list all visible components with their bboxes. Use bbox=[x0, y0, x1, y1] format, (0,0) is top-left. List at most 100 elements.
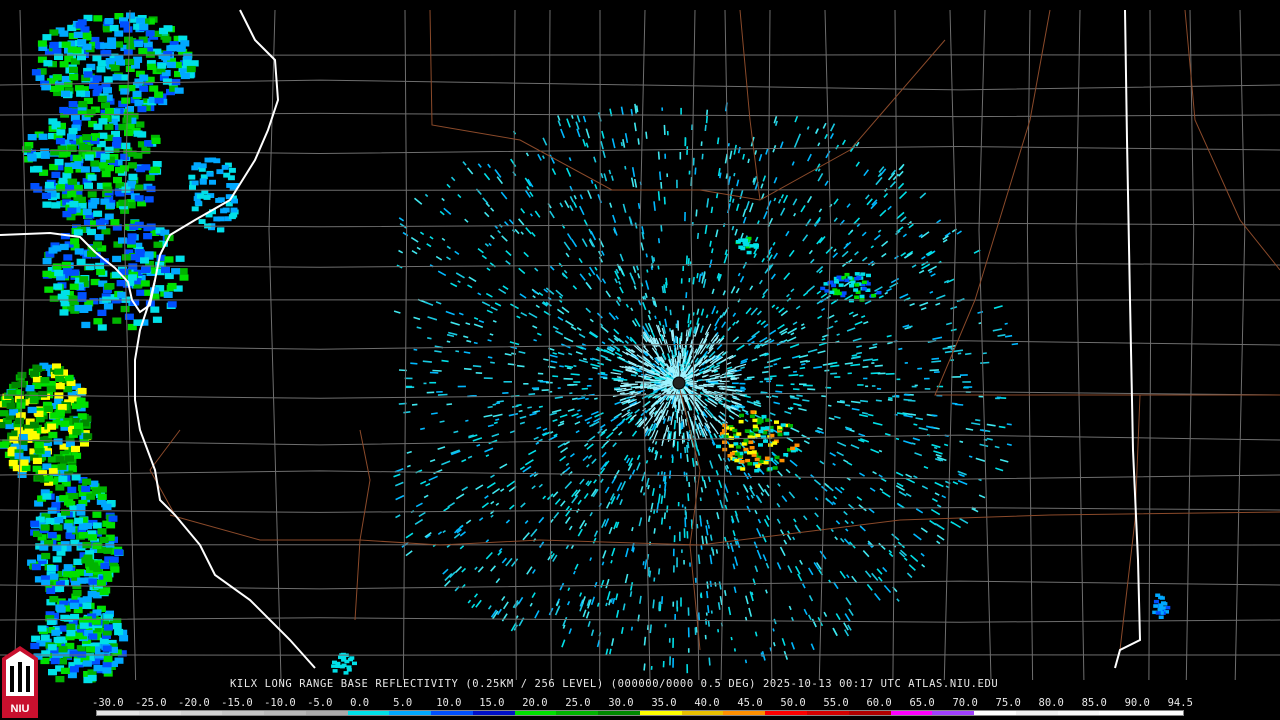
echo-mark bbox=[588, 272, 592, 277]
echo-mark bbox=[495, 418, 500, 421]
echo-cell bbox=[45, 181, 54, 189]
echo-cell bbox=[82, 208, 92, 215]
echo-mark bbox=[643, 295, 647, 301]
echo-cell bbox=[112, 317, 122, 324]
echo-mark bbox=[859, 525, 866, 532]
echo-mark bbox=[410, 236, 419, 243]
echo-mark bbox=[447, 502, 456, 508]
echo-mark bbox=[848, 311, 854, 316]
echo-cell bbox=[162, 78, 172, 85]
echo-cell bbox=[1165, 605, 1171, 610]
echo-mark bbox=[709, 460, 714, 469]
echo-mark bbox=[836, 451, 844, 457]
echo-mark bbox=[762, 210, 768, 220]
echo-mark bbox=[516, 364, 525, 368]
echo-mark bbox=[583, 492, 589, 500]
echo-mark bbox=[933, 450, 943, 455]
echo-mark bbox=[560, 446, 569, 454]
echo-mark bbox=[593, 479, 597, 484]
echo-mark bbox=[497, 229, 502, 234]
echo-mark bbox=[845, 528, 849, 532]
echo-mark bbox=[727, 176, 731, 186]
echo-mark bbox=[822, 122, 827, 129]
echo-mark bbox=[520, 502, 526, 508]
echo-mark bbox=[875, 176, 883, 186]
echo-mark bbox=[535, 441, 540, 445]
echo-mark bbox=[525, 152, 529, 157]
scale-label: -20.0 bbox=[178, 697, 210, 709]
echo-cell bbox=[46, 385, 56, 392]
echo-mark bbox=[772, 628, 775, 632]
echo-cell bbox=[77, 577, 87, 584]
echo-mark bbox=[724, 590, 727, 596]
echo-cell bbox=[732, 428, 738, 433]
echo-mark bbox=[590, 230, 597, 241]
echo-mark bbox=[634, 222, 638, 229]
echo-mark bbox=[463, 335, 469, 339]
echo-mark bbox=[605, 431, 614, 439]
echo-cell bbox=[175, 255, 185, 262]
echo-cell bbox=[93, 210, 103, 217]
echo-mark bbox=[429, 236, 434, 240]
echo-cell bbox=[30, 520, 40, 527]
echo-mark bbox=[696, 523, 699, 529]
echo-mark bbox=[567, 587, 571, 591]
colorbar-segment bbox=[514, 711, 557, 715]
echo-mark bbox=[713, 433, 718, 439]
echo-mark bbox=[742, 208, 747, 217]
echo-cell bbox=[154, 97, 164, 104]
echo-cell bbox=[844, 278, 850, 283]
echo-cell bbox=[110, 65, 120, 72]
echo-mark bbox=[728, 470, 733, 476]
echo-mark bbox=[734, 556, 739, 566]
echo-mark bbox=[658, 484, 661, 489]
echo-mark bbox=[443, 506, 450, 512]
echo-mark bbox=[898, 170, 904, 177]
echo-mark bbox=[592, 366, 598, 370]
echo-mark bbox=[833, 198, 839, 205]
echo-mark bbox=[563, 336, 574, 343]
echo-mark bbox=[821, 307, 826, 312]
echo-mark bbox=[899, 293, 909, 299]
echo-mark bbox=[915, 508, 924, 514]
echo-mark bbox=[656, 502, 660, 513]
echo-mark bbox=[876, 568, 883, 575]
echo-mark bbox=[636, 265, 639, 271]
echo-cell bbox=[42, 201, 52, 208]
echo-mark bbox=[534, 410, 538, 413]
echo-mark bbox=[560, 128, 566, 139]
echo-cell bbox=[52, 263, 62, 270]
echo-mark bbox=[461, 567, 467, 573]
echo-mark bbox=[765, 562, 770, 569]
echo-cell bbox=[331, 664, 337, 668]
echo-mark bbox=[929, 369, 939, 372]
echo-mark bbox=[744, 418, 749, 423]
echo-mark bbox=[979, 443, 989, 448]
echo-mark bbox=[788, 491, 796, 499]
echo-mark bbox=[594, 266, 598, 271]
echo-mark bbox=[950, 328, 957, 332]
echo-cell bbox=[744, 429, 750, 433]
echo-mark bbox=[576, 114, 581, 123]
echo-cell bbox=[87, 191, 97, 198]
echo-mark bbox=[612, 214, 617, 223]
echo-mark bbox=[832, 252, 839, 258]
echo-mark bbox=[611, 377, 621, 380]
echo-mark bbox=[817, 350, 826, 354]
echo-cell bbox=[102, 667, 112, 674]
echo-mark bbox=[457, 280, 461, 284]
echo-cell bbox=[186, 65, 196, 73]
echo-mark bbox=[751, 358, 758, 362]
echo-mark bbox=[633, 122, 637, 132]
echo-mark bbox=[476, 444, 481, 447]
reflectivity-scale-labels: -30.0 -25.0 -20.0 -15.0 -10.0 -5.0 0.0 5.0 10.0 1… bbox=[92, 697, 1193, 709]
echo-mark bbox=[791, 161, 795, 166]
echo-mark bbox=[840, 486, 845, 491]
echo-mark bbox=[829, 452, 836, 457]
echo-mark bbox=[644, 292, 648, 298]
echo-cell bbox=[51, 202, 61, 209]
echo-mark bbox=[577, 499, 582, 505]
echo-mark bbox=[585, 142, 589, 148]
echo-mark bbox=[426, 243, 432, 248]
echo-cell bbox=[67, 207, 77, 214]
